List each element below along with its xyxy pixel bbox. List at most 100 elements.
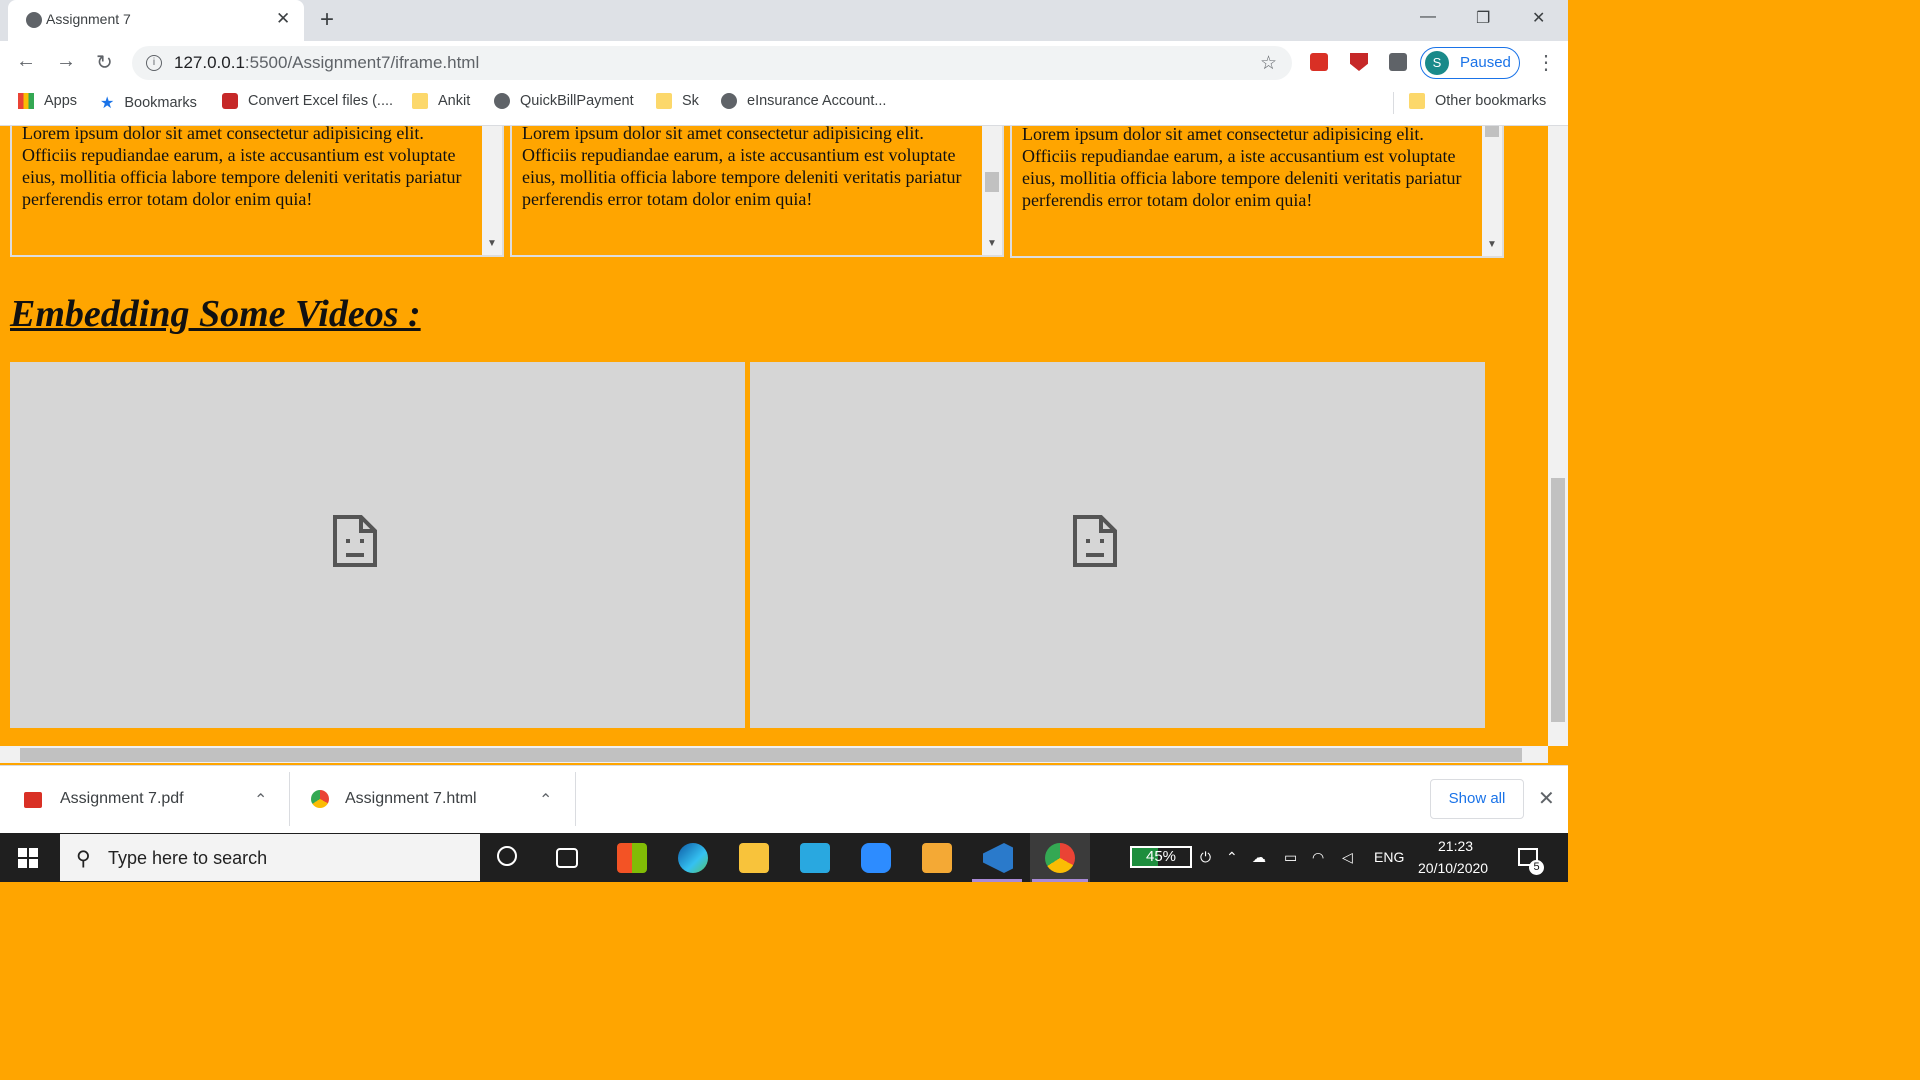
reload-icon[interactable]: ↻: [96, 50, 113, 75]
tab-title: Assignment 7: [46, 11, 131, 27]
extension-train-icon[interactable]: [1310, 53, 1328, 71]
active-app-indicator: [972, 879, 1022, 882]
bookmark-other[interactable]: Other bookmarks: [1409, 93, 1546, 109]
language-indicator[interactable]: ENG: [1374, 849, 1404, 865]
volume-icon[interactable]: ◁: [1342, 849, 1353, 866]
bookmark-ankit[interactable]: Ankit: [412, 93, 470, 109]
bookmark-convert-excel[interactable]: Convert Excel files (....: [222, 93, 393, 109]
text-iframe-3[interactable]: Lorem ipsum dolor sit amet consectetur a…: [1010, 126, 1504, 258]
download-item-html[interactable]: Assignment 7.html: [345, 790, 477, 808]
clock-time[interactable]: 21:23: [1438, 838, 1473, 854]
forward-arrow-icon[interactable]: →: [56, 50, 76, 73]
battery-indicator[interactable]: 45%: [1130, 846, 1192, 868]
download-divider: [289, 772, 290, 826]
l-app-icon[interactable]: [800, 843, 830, 873]
bookmark-divider: [1393, 92, 1394, 114]
info-icon[interactable]: i: [146, 55, 162, 71]
iframe-text: Lorem ipsum dolor sit amet consectetur a…: [1022, 126, 1462, 210]
wifi-icon[interactable]: ◠: [1312, 849, 1324, 866]
restore-button[interactable]: ❐: [1476, 8, 1490, 28]
notification-count-badge: 5: [1529, 860, 1544, 875]
horizontal-scrollbar-thumb[interactable]: [20, 748, 1522, 762]
iframe-scrollbar[interactable]: ▼: [482, 126, 502, 255]
scrollbar-thumb[interactable]: [985, 172, 999, 192]
iframe-text: Lorem ipsum dolor sit amet consectetur a…: [22, 126, 462, 209]
bookmark-label: eInsurance Account...: [747, 93, 887, 109]
page-scrollbar-thumb[interactable]: [1551, 478, 1565, 722]
new-tab-button[interactable]: +: [320, 6, 334, 34]
downloads-bar: [0, 765, 1568, 834]
star-icon: ★: [100, 95, 115, 112]
chevron-up-icon[interactable]: ⌃: [254, 790, 267, 810]
globe-icon: [721, 93, 737, 109]
iframe-scrollbar[interactable]: ▼: [1482, 126, 1502, 256]
text-iframe-2[interactable]: Lorem ipsum dolor sit amet consectetur a…: [510, 126, 1004, 257]
folder-icon: [1409, 93, 1425, 109]
close-icon[interactable]: ✕: [1538, 786, 1555, 811]
back-arrow-icon[interactable]: ←: [16, 50, 36, 73]
bookmark-einsurance[interactable]: eInsurance Account...: [721, 93, 886, 109]
close-window-button[interactable]: ✕: [1532, 8, 1545, 28]
search-placeholder: Type here to search: [108, 848, 268, 868]
windows-start-icon[interactable]: [18, 848, 38, 868]
task-view-icon[interactable]: [556, 848, 578, 868]
edge-icon[interactable]: [678, 843, 708, 873]
bookmark-label: Apps: [44, 93, 78, 109]
broken-document-icon: [1073, 515, 1117, 567]
globe-icon: [26, 12, 42, 28]
bookmark-star-icon[interactable]: ☆: [1260, 52, 1277, 75]
scroll-down-arrow-icon[interactable]: ▼: [1487, 239, 1497, 250]
bookmark-sk[interactable]: Sk: [656, 93, 699, 109]
video-iframe-1[interactable]: [10, 362, 745, 728]
iframe-scrollbar[interactable]: ▼: [982, 126, 1002, 255]
scroll-down-arrow-icon[interactable]: ▼: [487, 238, 497, 249]
zoom-icon[interactable]: [861, 843, 891, 873]
battery-icon[interactable]: ▭: [1284, 849, 1297, 866]
bookmark-bookmarks[interactable]: ★ Bookmarks: [100, 93, 197, 113]
bookmark-apps[interactable]: Apps: [18, 93, 77, 109]
show-all-button[interactable]: Show all: [1430, 779, 1524, 819]
text-iframe-1[interactable]: Lorem ipsum dolor sit amet consectetur a…: [10, 126, 504, 257]
bookmark-label: Bookmarks: [124, 95, 197, 111]
url-path: :5500/Assignment7/iframe.html: [244, 53, 480, 72]
folder-icon: [656, 93, 672, 109]
page-heading: Embedding Some Videos :: [10, 293, 421, 335]
file-explorer-icon[interactable]: [739, 843, 769, 873]
kebab-menu-icon[interactable]: ⋮: [1536, 50, 1556, 75]
cloud-icon[interactable]: ☁: [1252, 849, 1266, 866]
tab-close-icon[interactable]: ✕: [276, 9, 290, 29]
video-iframe-2[interactable]: [750, 362, 1485, 728]
active-app-indicator: [1032, 879, 1088, 882]
chevron-up-icon[interactable]: ⌃: [539, 790, 552, 810]
cortana-icon[interactable]: [497, 846, 517, 866]
chrome-icon: [311, 790, 329, 808]
bookmark-quickbill[interactable]: QuickBillPayment: [494, 93, 634, 109]
outlook-icon[interactable]: [922, 843, 952, 873]
scrollbar-thumb[interactable]: [1485, 126, 1499, 137]
url-text[interactable]: 127.0.0.1:5500/Assignment7/iframe.html: [174, 53, 479, 73]
search-icon: ⚲: [76, 848, 91, 870]
minimize-button[interactable]: —: [1420, 8, 1436, 26]
download-item-pdf[interactable]: Assignment 7.pdf: [60, 790, 184, 808]
bookmark-label: QuickBillPayment: [520, 93, 634, 109]
chrome-taskbar-icon[interactable]: [1045, 843, 1075, 873]
plug-icon: ⏻: [1200, 849, 1212, 865]
profile-status: Paused: [1460, 54, 1511, 71]
store-icon[interactable]: [617, 843, 647, 873]
url-host: 127.0.0.1: [174, 53, 245, 72]
extensions-puzzle-icon[interactable]: [1389, 53, 1407, 71]
globe-icon: [494, 93, 510, 109]
apps-grid-icon: [18, 93, 34, 109]
broken-document-icon: [333, 515, 377, 567]
download-divider: [575, 772, 576, 826]
bookmark-label: Ankit: [438, 93, 471, 109]
bookmark-label: Convert Excel files (....: [248, 93, 394, 109]
avatar: S: [1425, 51, 1449, 75]
clock-date[interactable]: 20/10/2020: [1418, 860, 1488, 876]
bookmark-label: Sk: [682, 93, 699, 109]
bookmark-label: Other bookmarks: [1435, 93, 1547, 109]
chevron-up-icon[interactable]: ⌃: [1226, 849, 1238, 866]
scroll-down-arrow-icon[interactable]: ▼: [987, 238, 997, 249]
iframe-text: Lorem ipsum dolor sit amet consectetur a…: [522, 126, 962, 209]
pdf-file-icon: [24, 792, 42, 808]
